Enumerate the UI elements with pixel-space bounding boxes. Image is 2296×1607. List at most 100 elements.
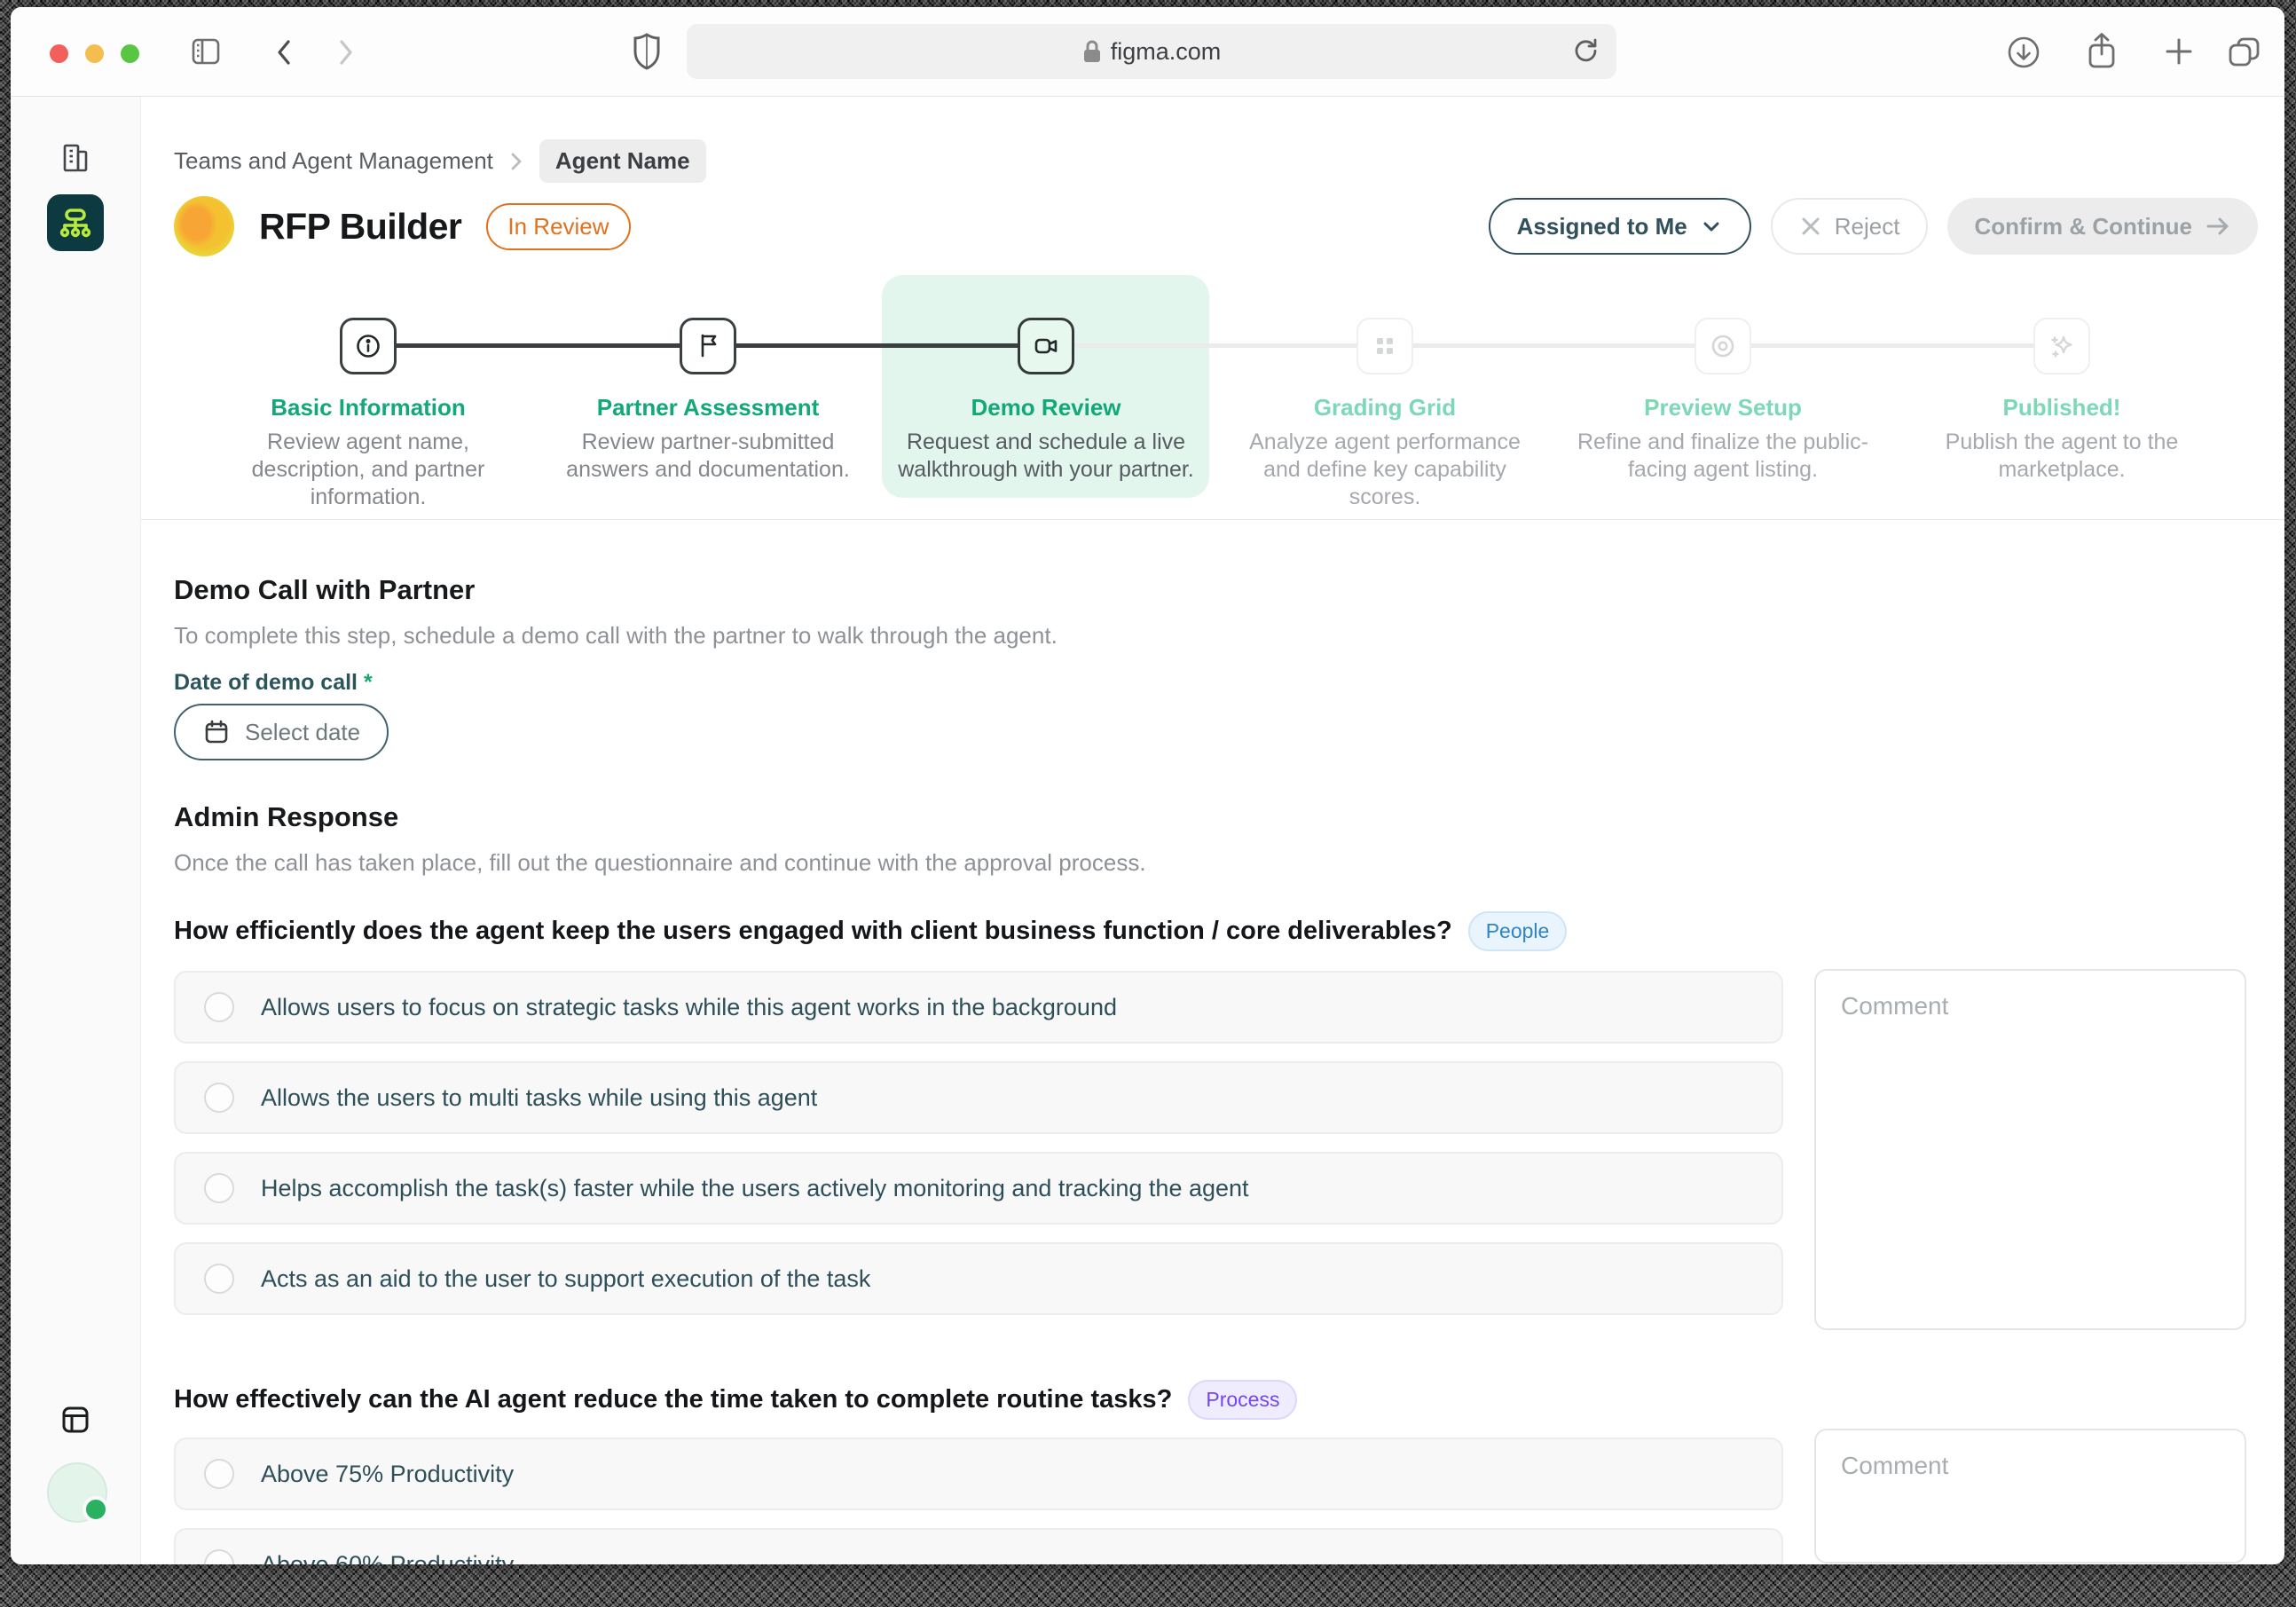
step-description: Review partner-submitted answers and doc… [552,429,864,484]
q2-option-1[interactable]: Above 75% Productivity [174,1438,1783,1510]
step-basic-information[interactable]: Basic Information Review agent name, des… [199,318,538,511]
radio-button[interactable] [204,1083,234,1113]
step-title: Partner Assessment [597,394,820,421]
forward-button[interactable] [330,36,360,68]
maximize-window-button[interactable] [121,44,139,63]
assigned-to-me-dropdown[interactable]: Assigned to Me [1489,198,1751,255]
radio-button[interactable] [204,992,234,1022]
radio-button[interactable] [204,1264,234,1294]
q2-option-2[interactable]: Above 60% Productivity [174,1528,1783,1564]
traffic-lights [50,44,139,63]
question-2-heading: How effectively can the AI agent reduce … [174,1380,1297,1420]
share-icon[interactable] [2083,31,2120,72]
page-header: RFP Builder In Review Assigned to Me Rej… [174,196,2258,256]
grid-icon [1356,318,1413,374]
q1-option-3[interactable]: Helps accomplish the task(s) faster whil… [174,1152,1783,1225]
date-label-text: Date of demo call [174,670,358,695]
option-label: Helps accomplish the task(s) faster whil… [261,1175,1249,1202]
step-title: Published! [2003,394,2121,421]
select-date-button[interactable]: Select date [174,704,389,760]
assigned-to-me-label: Assigned to Me [1517,213,1687,240]
main-content: Teams and Agent Management Agent Name RF… [141,97,2284,1564]
step-title: Basic Information [271,394,466,421]
required-asterisk: * [364,670,373,695]
step-description: Review agent name, description, and part… [212,429,524,511]
privacy-shield-icon[interactable] [632,32,662,71]
option-label: Above 75% Productivity [261,1461,514,1488]
process-tag: Process [1188,1380,1297,1420]
sidebar-item-organization[interactable] [57,139,94,177]
online-status-dot [83,1496,109,1523]
confirm-continue-button[interactable]: Confirm & Continue [1947,198,2258,255]
q1-option-2[interactable]: Allows the users to multi tasks while us… [174,1061,1783,1134]
step-description: Analyze agent performance and define key… [1229,429,1541,511]
step-title: Demo Review [971,394,1120,421]
browser-toolbar: figma.com [11,7,2284,97]
back-button[interactable] [270,36,300,68]
option-label: Acts as an aid to the user to support ex… [261,1265,870,1293]
close-window-button[interactable] [50,44,68,63]
new-tab-icon[interactable] [2161,34,2197,69]
radio-button[interactable] [204,1459,234,1489]
step-description: Request and schedule a live walkthrough … [890,429,1202,484]
question-text: How efficiently does the agent keep the … [174,917,1452,946]
browser-window: figma.com [11,7,2284,1564]
breadcrumb-parent[interactable]: Teams and Agent Management [174,147,493,175]
reload-icon[interactable] [1570,35,1600,66]
q1-option-1[interactable]: Allows users to focus on strategic tasks… [174,971,1783,1044]
step-description: Refine and finalize the public-facing ag… [1567,429,1879,484]
radio-button[interactable] [204,1173,234,1203]
q2-comment-input[interactable] [1814,1429,2246,1564]
minimize-window-button[interactable] [85,44,104,63]
section-divider [141,519,2284,520]
downloads-icon[interactable] [2005,34,2042,71]
calendar-icon [202,718,231,746]
step-published[interactable]: Published! Publish the agent to the mark… [1892,318,2231,484]
url-text: figma.com [1111,38,1222,66]
video-camera-icon [1018,318,1074,374]
eye-icon [1694,318,1751,374]
tab-overview-icon[interactable] [2225,34,2264,71]
step-title: Preview Setup [1644,394,1802,421]
layout-panel-icon[interactable] [59,1403,92,1437]
sidebar-toggle-icon[interactable] [188,34,224,69]
step-title: Grading Grid [1314,394,1456,421]
org-chart-icon [58,205,93,240]
page-title: RFP Builder [259,206,461,248]
sidebar-item-agents-active[interactable] [47,194,104,251]
breadcrumb: Teams and Agent Management Agent Name [174,139,706,183]
step-demo-review-active[interactable]: Demo Review Request and schedule a live … [877,318,1215,484]
admin-response-heading: Admin Response [174,801,398,833]
question-1-heading: How efficiently does the agent keep the … [174,911,1567,951]
radio-button[interactable] [204,1549,234,1564]
step-grading-grid[interactable]: Grading Grid Analyze agent performance a… [1215,318,1554,511]
close-icon [1799,215,1822,238]
option-label: Allows users to focus on strategic tasks… [261,994,1117,1021]
q1-comment-input[interactable] [1814,969,2246,1330]
lock-icon [1082,38,1102,65]
info-icon [340,318,397,374]
option-label: Above 60% Productivity [261,1551,514,1565]
date-of-demo-call-label: Date of demo call * [174,670,373,696]
address-bar[interactable]: figma.com [687,24,1616,79]
demo-call-heading: Demo Call with Partner [174,574,475,606]
option-label: Allows the users to multi tasks while us… [261,1084,817,1112]
confirm-label: Confirm & Continue [1974,213,2192,240]
status-badge: In Review [486,203,630,250]
arrow-right-icon [2205,215,2231,238]
breadcrumb-current[interactable]: Agent Name [539,139,706,183]
people-tag: People [1468,911,1568,951]
flag-icon [680,318,736,374]
admin-response-subtitle: Once the call has taken place, fill out … [174,849,1146,877]
step-partner-assessment[interactable]: Partner Assessment Review partner-submit… [539,318,877,484]
question-text: How effectively can the AI agent reduce … [174,1385,1172,1414]
reject-button[interactable]: Reject [1771,198,1929,255]
user-avatar[interactable] [47,1462,107,1523]
q1-option-4[interactable]: Acts as an aid to the user to support ex… [174,1242,1783,1315]
step-preview-setup[interactable]: Preview Setup Refine and finalize the pu… [1553,318,1892,484]
step-description: Publish the agent to the marketplace. [1906,429,2218,484]
chevron-right-icon [509,150,523,173]
chevron-down-icon [1700,215,1723,238]
select-date-label: Select date [245,719,360,746]
sparkles-icon [2033,318,2090,374]
